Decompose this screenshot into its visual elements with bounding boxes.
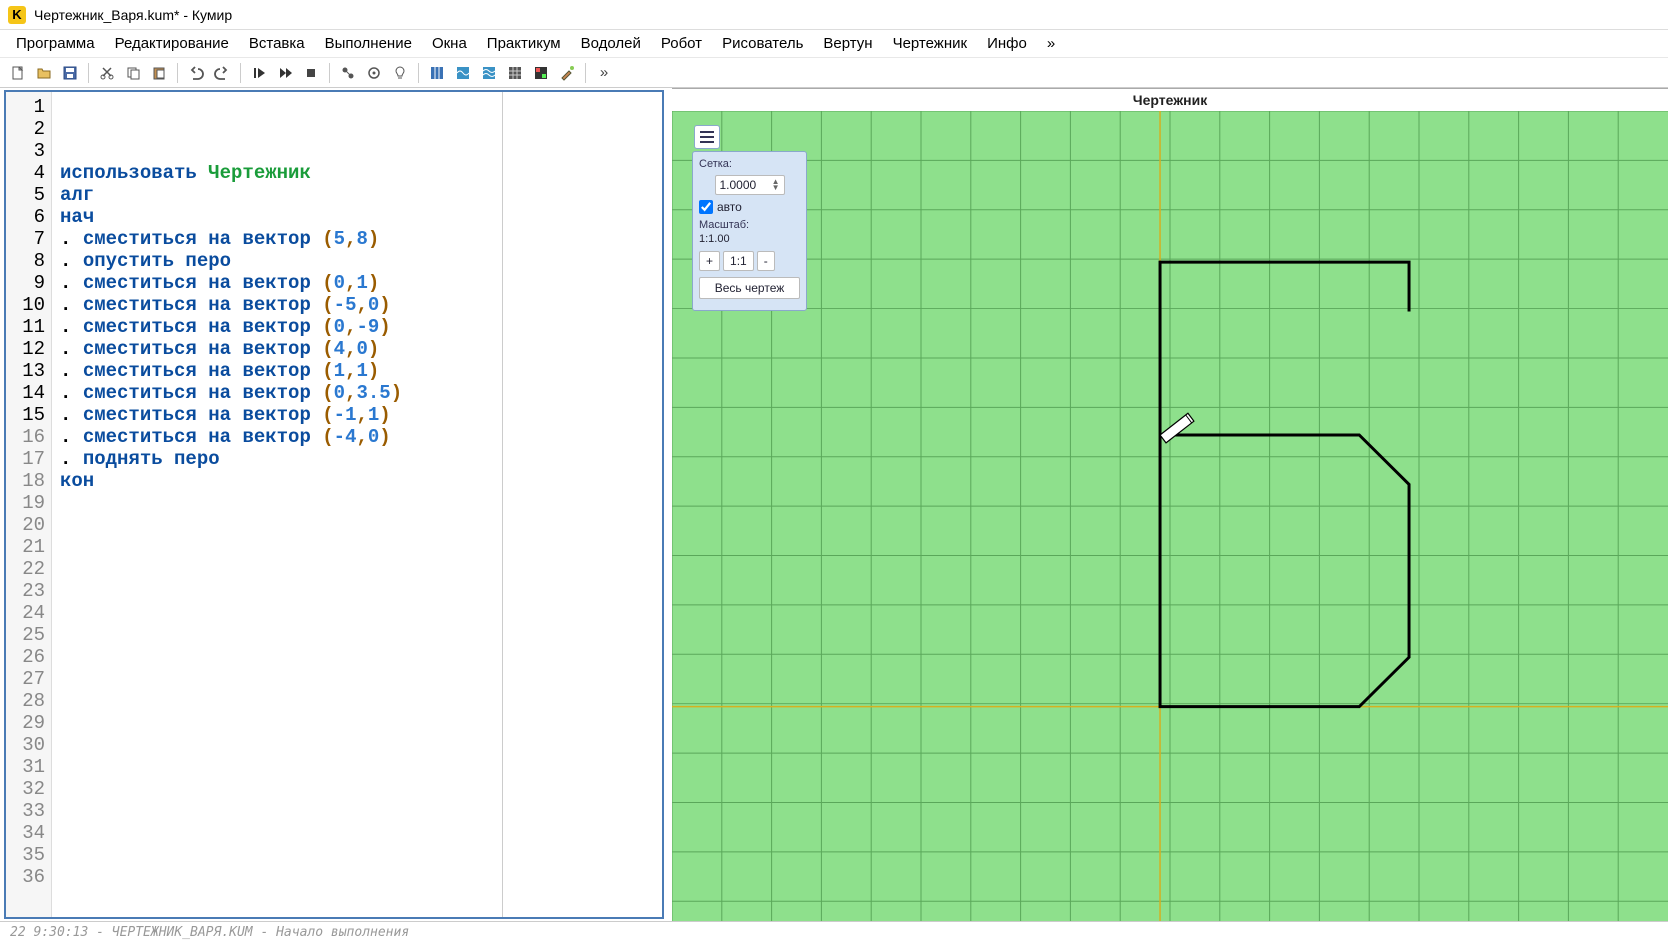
code-line[interactable]: . сместиться на вектор (-4,0)	[60, 426, 654, 448]
code-line[interactable]: . опустить перо	[60, 250, 654, 272]
menu-программа[interactable]: Программа	[8, 32, 103, 55]
menu-рисователь[interactable]: Рисователь	[714, 32, 811, 55]
code-line[interactable]: . сместиться на вектор (0,-9)	[60, 316, 654, 338]
save-file-icon[interactable]	[58, 61, 82, 85]
grid-step-input[interactable]: 1.0000 ▲▼	[715, 175, 785, 195]
code-line[interactable]: . сместиться на вектор (5,8)	[60, 228, 654, 250]
status-text: 22 9:30:13 - ЧЕРТЕЖНИК_ВАРЯ.KUM - Начало…	[10, 925, 409, 940]
toolbar-separator	[240, 63, 241, 83]
fit-button[interactable]: Весь чертеж	[699, 277, 800, 299]
canvas-control-panel: Сетка: 1.0000 ▲▼ авто Масштаб: 1:1.00 + …	[692, 151, 807, 311]
cut-icon[interactable]	[95, 61, 119, 85]
toolbar-separator	[177, 63, 178, 83]
code-line[interactable]: нач	[60, 206, 654, 228]
pattern-icon[interactable]	[529, 61, 553, 85]
titlebar: K Чертежник_Варя.kum* - Кумир	[0, 0, 1668, 30]
paste-icon[interactable]	[147, 61, 171, 85]
module-icon-1[interactable]	[336, 61, 360, 85]
main-area: 1234567891011121314151617181920212223242…	[0, 88, 1668, 921]
code-line[interactable]: алг	[60, 184, 654, 206]
wave-icon-2[interactable]	[477, 61, 501, 85]
app-icon: K	[8, 6, 26, 24]
code-line[interactable]: . поднять перо	[60, 448, 654, 470]
run-icon[interactable]	[247, 61, 271, 85]
menu-окна[interactable]: Окна	[424, 32, 475, 55]
window-title: Чертежник_Варя.kum* - Кумир	[34, 7, 232, 23]
zoom-in-button[interactable]: +	[699, 251, 720, 271]
copy-icon[interactable]	[121, 61, 145, 85]
stop-icon[interactable]	[299, 61, 323, 85]
grid-step-value: 1.0000	[720, 178, 757, 192]
brush-icon[interactable]	[555, 61, 579, 85]
menu-практикум[interactable]: Практикум	[479, 32, 569, 55]
toolbar-separator	[329, 63, 330, 83]
auto-checkbox[interactable]	[699, 200, 713, 214]
undo-icon[interactable]	[184, 61, 208, 85]
drawing-canvas[interactable]	[672, 111, 1668, 921]
editor-pane: 1234567891011121314151617181920212223242…	[4, 90, 664, 919]
grid-icon-1[interactable]	[425, 61, 449, 85]
module-icon-3[interactable]	[388, 61, 412, 85]
code-area[interactable]: использовать Чертежникалгнач. сместиться…	[52, 92, 662, 917]
code-line[interactable]: использовать Чертежник	[60, 162, 654, 184]
redo-icon[interactable]	[210, 61, 234, 85]
scale-label: Масштаб:	[699, 219, 800, 231]
toolbar: »	[0, 58, 1668, 88]
code-line[interactable]: кон	[60, 470, 654, 492]
menu-вставка[interactable]: Вставка	[241, 32, 313, 55]
menu-»[interactable]: »	[1039, 32, 1063, 55]
code-line[interactable]: . сместиться на вектор (0,3.5)	[60, 382, 654, 404]
code-editor[interactable]: 1234567891011121314151617181920212223242…	[6, 92, 662, 917]
menu-инфо[interactable]: Инфо	[979, 32, 1035, 55]
statusbar: 22 9:30:13 - ЧЕРТЕЖНИК_ВАРЯ.KUM - Начало…	[0, 921, 1668, 943]
module-icon-2[interactable]	[362, 61, 386, 85]
canvas-pane: Чертежник	[672, 88, 1668, 921]
canvas-area[interactable]: Сетка: 1.0000 ▲▼ авто Масштаб: 1:1.00 + …	[672, 111, 1668, 921]
code-line[interactable]: . сместиться на вектор (4,0)	[60, 338, 654, 360]
line-gutter: 1234567891011121314151617181920212223242…	[6, 92, 52, 917]
grid-label: Сетка:	[699, 158, 800, 170]
scale-value: 1:1.00	[699, 233, 800, 245]
open-file-icon[interactable]	[32, 61, 56, 85]
editor-vline	[502, 92, 503, 917]
new-file-icon[interactable]	[6, 61, 30, 85]
toolbar-separator	[418, 63, 419, 83]
toolbar-separator	[88, 63, 89, 83]
grid-icon-2[interactable]	[503, 61, 527, 85]
zoom-reset-button[interactable]: 1:1	[723, 251, 754, 271]
wave-icon-1[interactable]	[451, 61, 475, 85]
zoom-out-button[interactable]: -	[757, 251, 775, 271]
canvas-menu-button[interactable]	[694, 125, 720, 149]
menu-выполнение[interactable]: Выполнение	[317, 32, 420, 55]
menu-чертежник[interactable]: Чертежник	[885, 32, 976, 55]
toolbar-overflow[interactable]: »	[592, 61, 616, 85]
code-line[interactable]: . сместиться на вектор (-1,1)	[60, 404, 654, 426]
code-line[interactable]: . сместиться на вектор (1,1)	[60, 360, 654, 382]
menu-водолей[interactable]: Водолей	[573, 32, 649, 55]
toolbar-separator	[585, 63, 586, 83]
auto-label: авто	[717, 200, 742, 214]
step-icon[interactable]	[273, 61, 297, 85]
canvas-title: Чертежник	[672, 89, 1668, 111]
pane-splitter[interactable]	[664, 88, 672, 921]
code-line[interactable]: . сместиться на вектор (-5,0)	[60, 294, 654, 316]
code-line[interactable]: . сместиться на вектор (0,1)	[60, 272, 654, 294]
menu-вертун[interactable]: Вертун	[815, 32, 880, 55]
menu-редактирование[interactable]: Редактирование	[107, 32, 237, 55]
menubar: ПрограммаРедактированиеВставкаВыполнение…	[0, 30, 1668, 58]
stepper-arrows-icon[interactable]: ▲▼	[772, 179, 780, 191]
menu-робот[interactable]: Робот	[653, 32, 710, 55]
